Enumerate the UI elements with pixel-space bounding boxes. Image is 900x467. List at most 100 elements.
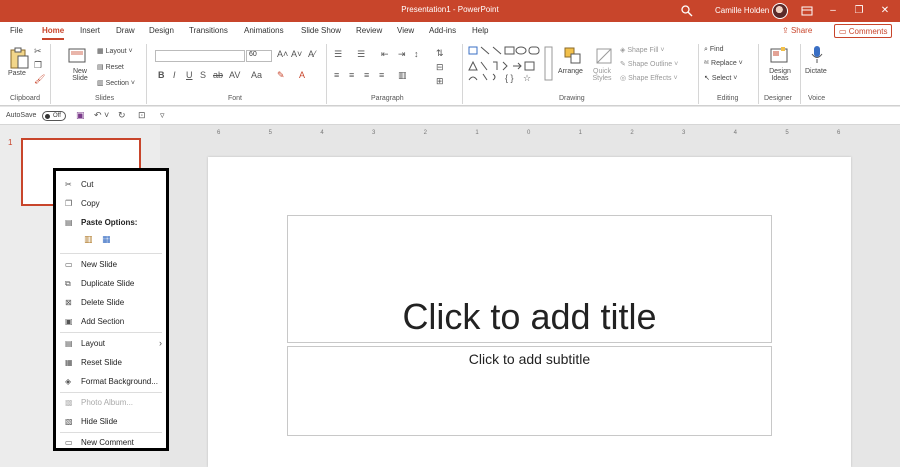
menu-item-delete-slide[interactable]: ⊠ Delete Slide	[56, 295, 166, 311]
underline-icon[interactable]: U	[186, 70, 193, 80]
shape-fill-button[interactable]: ◈ Shape Fill ˅	[620, 46, 665, 54]
restore-button[interactable]: ❐	[848, 3, 870, 19]
group-label-clipboard: Clipboard	[10, 95, 40, 102]
menu-item-copy[interactable]: ❐ Copy	[56, 196, 166, 212]
autosave-toggle[interactable]: Off	[42, 111, 66, 121]
save-icon[interactable]: ▣	[76, 110, 85, 121]
quick-styles-label[interactable]: Quick Styles	[589, 68, 615, 82]
comments-button[interactable]: ▭ Comments	[834, 24, 892, 38]
tab-review[interactable]: Review	[356, 26, 382, 35]
justify-icon[interactable]: ≡	[379, 70, 384, 80]
text-direction-icon[interactable]: ⇅	[436, 48, 444, 59]
tab-insert[interactable]: Insert	[80, 26, 100, 35]
highlight-icon[interactable]: ✎	[277, 70, 285, 81]
change-case-icon[interactable]: Aa	[251, 70, 262, 80]
section-button[interactable]: ▥ Section ˅	[97, 79, 135, 87]
present-icon[interactable]: ⊡	[138, 110, 146, 121]
tab-slide-show[interactable]: Slide Show	[301, 26, 341, 35]
layout-icon: ▦	[97, 48, 106, 55]
tab-add-ins[interactable]: Add-ins	[429, 26, 456, 35]
menu-item-duplicate-slide[interactable]: ⧉ Duplicate Slide	[56, 276, 166, 292]
tab-transitions[interactable]: Transitions	[189, 26, 228, 35]
replace-button[interactable]: ᵃᶜ Replace ˅	[704, 60, 743, 67]
tab-view[interactable]: View	[397, 26, 414, 35]
menu-item-new-slide[interactable]: ▭ New Slide	[56, 257, 166, 273]
new-slide-button-label[interactable]: New Slide	[68, 68, 92, 82]
tab-animations[interactable]: Animations	[244, 26, 284, 35]
increase-font-icon[interactable]: A˄	[277, 49, 288, 59]
numbering-icon[interactable]: ☰	[357, 49, 365, 60]
title-placeholder[interactable]: Click to add title	[287, 215, 772, 343]
menu-item-layout[interactable]: ▤ Layout ›	[56, 336, 166, 352]
decrease-font-icon[interactable]: A˅	[291, 49, 302, 59]
subtitle-placeholder[interactable]: Click to add subtitle	[287, 346, 772, 436]
copy-icon[interactable]: ❐	[34, 60, 42, 71]
italic-icon[interactable]: I	[173, 70, 176, 80]
bold-icon[interactable]: B	[158, 70, 165, 80]
decrease-indent-icon[interactable]: ⇤	[381, 49, 389, 60]
find-button[interactable]: ⌕ Find	[704, 46, 724, 54]
share-button[interactable]: ⇪ Share	[782, 26, 812, 35]
align-text-icon[interactable]: ⊟	[436, 62, 444, 73]
group-label-voice: Voice	[808, 95, 826, 102]
tab-draw[interactable]: Draw	[116, 26, 135, 35]
format-painter-icon[interactable]: 🖌	[34, 74, 45, 85]
redo-icon[interactable]: ↻	[118, 110, 126, 121]
font-name-dropdown[interactable]	[155, 50, 245, 62]
shadow-icon[interactable]: S	[200, 70, 206, 80]
undo-icon[interactable]: ↶ ˅	[94, 110, 109, 121]
dictate-button-label[interactable]: Dictate	[805, 68, 827, 75]
menu-item-reset-slide[interactable]: ▦ Reset Slide	[56, 355, 166, 371]
avatar[interactable]	[772, 3, 788, 19]
microphone-icon[interactable]	[810, 45, 824, 65]
search-icon[interactable]	[680, 4, 694, 18]
design-ideas-label[interactable]: Design Ideas	[766, 68, 794, 82]
close-button[interactable]: ✕	[874, 3, 896, 19]
shapes-gallery[interactable]: { } ☆	[467, 44, 555, 84]
shape-effects-button[interactable]: ◎ Shape Effects ˅	[620, 74, 678, 82]
arrange-icon[interactable]	[563, 46, 583, 66]
tab-home[interactable]: Home	[42, 26, 65, 40]
customize-qat-icon[interactable]: ▿	[160, 110, 165, 121]
paste-keep-source-icon[interactable]: ▥	[84, 234, 93, 245]
reset-button[interactable]: ▤ Reset	[97, 63, 124, 71]
menu-item-add-section[interactable]: ▣ Add Section	[56, 314, 166, 330]
separator	[146, 44, 147, 104]
menu-item-format-background[interactable]: ◈ Format Background...	[56, 374, 166, 390]
smartart-icon[interactable]: ⊞	[436, 76, 444, 87]
paste-icon[interactable]	[9, 46, 29, 70]
select-button[interactable]: ↖ Select ˅	[704, 74, 737, 82]
new-slide-icon[interactable]	[68, 46, 88, 64]
tab-help[interactable]: Help	[472, 26, 488, 35]
tab-file[interactable]: File	[10, 26, 23, 35]
quick-styles-icon[interactable]	[594, 46, 614, 66]
font-size-dropdown[interactable]: 60	[246, 50, 272, 62]
arrange-button-label[interactable]: Arrange	[558, 68, 583, 75]
columns-icon[interactable]: ▥	[398, 70, 407, 81]
user-name[interactable]: Camille Holden	[715, 6, 769, 15]
tab-design[interactable]: Design	[149, 26, 174, 35]
clear-format-icon[interactable]: A⁄	[308, 49, 316, 59]
menu-item-cut[interactable]: ✂ Cut	[56, 177, 166, 193]
align-center-icon[interactable]: ≡	[349, 70, 354, 80]
font-color-icon[interactable]: A	[299, 70, 305, 80]
char-spacing-icon[interactable]: AV	[229, 70, 240, 80]
group-label-designer: Designer	[764, 95, 793, 102]
menu-item-hide-slide[interactable]: ▧ Hide Slide	[56, 414, 166, 430]
shape-outline-button[interactable]: ✎ Shape Outline ˅	[620, 60, 678, 68]
paste-picture-icon[interactable]: ▦	[102, 234, 111, 245]
increase-indent-icon[interactable]: ⇥	[398, 49, 406, 60]
strikethrough-icon[interactable]: ab	[213, 70, 223, 80]
paste-button-label[interactable]: Paste	[8, 70, 26, 77]
line-spacing-icon[interactable]: ↕	[414, 49, 419, 59]
align-left-icon[interactable]: ≡	[334, 70, 339, 80]
menu-item-new-comment[interactable]: ▭ New Comment	[56, 435, 166, 451]
bullets-icon[interactable]: ☰	[334, 49, 342, 60]
context-menu: ✂ Cut ❐ Copy ▤ Paste Options: ▥ ▦ ▭ New …	[53, 168, 169, 451]
layout-button[interactable]: ▦ Layout ˅	[97, 47, 133, 55]
cut-icon[interactable]: ✂	[34, 46, 42, 57]
minimize-button[interactable]: –	[822, 3, 844, 19]
ribbon-display-icon[interactable]	[801, 5, 813, 17]
design-ideas-icon[interactable]	[769, 45, 789, 65]
align-right-icon[interactable]: ≡	[364, 70, 369, 80]
